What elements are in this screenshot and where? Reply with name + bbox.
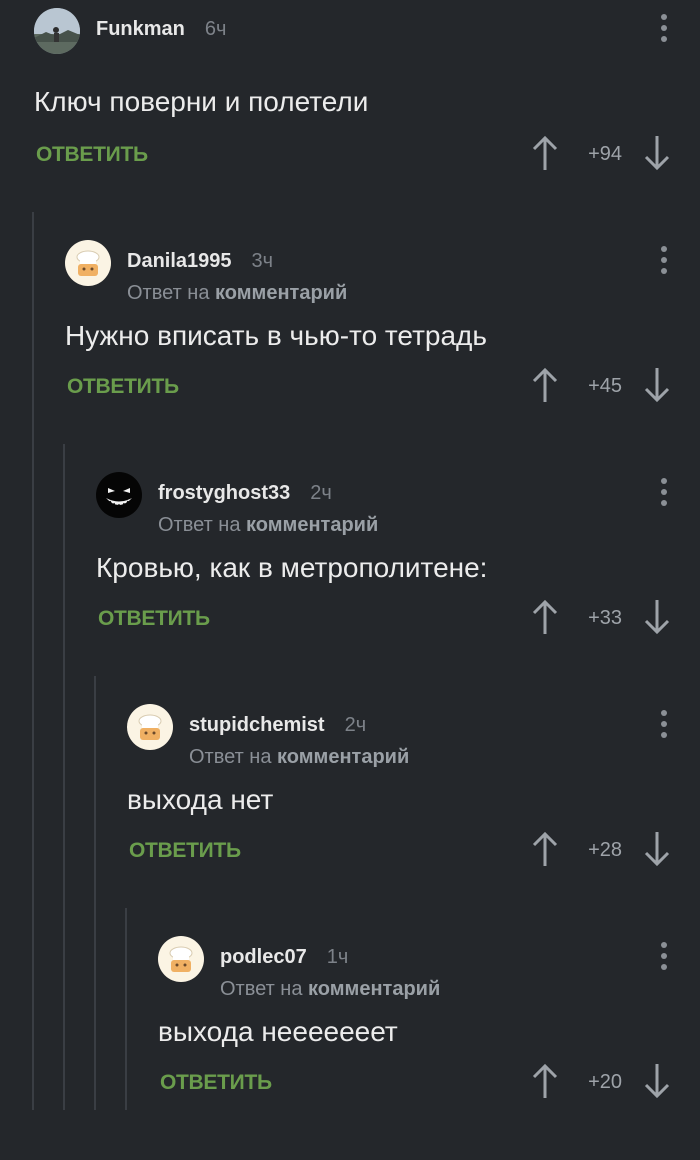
comment-text: Кровью, как в метрополитене: bbox=[96, 552, 488, 583]
comment-rating: +28 bbox=[588, 839, 622, 861]
more-options-icon[interactable] bbox=[660, 246, 668, 274]
reply-to-link[interactable]: комментарий bbox=[308, 978, 440, 1000]
comment-author[interactable]: Danila1995 3ч bbox=[127, 250, 273, 273]
reply-to-prefix: Ответ на bbox=[189, 746, 272, 768]
comment-author[interactable]: frostyghost33 2ч bbox=[158, 482, 332, 505]
username[interactable]: podlec07 bbox=[220, 946, 307, 968]
user-avatar[interactable] bbox=[96, 472, 142, 518]
comment-author[interactable]: podlec07 1ч bbox=[220, 946, 348, 969]
upvote-arrow-icon[interactable] bbox=[530, 1062, 560, 1100]
reply-button[interactable]: ОТВЕТИТЬ bbox=[36, 143, 148, 167]
username[interactable]: Danila1995 bbox=[127, 250, 232, 272]
reply-to-prefix: Ответ на bbox=[127, 282, 210, 304]
more-options-icon[interactable] bbox=[660, 478, 668, 506]
upvote-arrow-icon[interactable] bbox=[530, 598, 560, 636]
more-options-icon[interactable] bbox=[660, 942, 668, 970]
reply-button[interactable]: ОТВЕТИТЬ bbox=[160, 1071, 272, 1095]
more-options-icon[interactable] bbox=[660, 14, 668, 42]
reply-to-prefix: Ответ на bbox=[158, 514, 241, 536]
comment-time: 3ч bbox=[251, 250, 274, 272]
comment-text: Ключ поверни и полетели bbox=[34, 86, 369, 117]
user-avatar[interactable] bbox=[158, 936, 204, 982]
reply-to-label: Ответ на комментарий bbox=[158, 514, 378, 537]
downvote-arrow-icon[interactable] bbox=[642, 830, 672, 868]
reply-button[interactable]: ОТВЕТИТЬ bbox=[129, 839, 241, 863]
thread-line bbox=[32, 212, 34, 1110]
comment-time: 1ч bbox=[326, 946, 349, 968]
comment-author[interactable]: Funkman 6ч bbox=[96, 18, 226, 41]
reply-to-label: Ответ на комментарий bbox=[127, 282, 347, 305]
comment-text: Нужно вписать в чью-то тетрадь bbox=[65, 320, 487, 351]
comment-rating: +94 bbox=[588, 143, 622, 165]
comment-text: выхода нет bbox=[127, 784, 274, 815]
reply-button[interactable]: ОТВЕТИТЬ bbox=[98, 607, 210, 631]
thread-line bbox=[63, 444, 65, 1110]
upvote-arrow-icon[interactable] bbox=[530, 134, 560, 172]
user-avatar[interactable] bbox=[34, 8, 80, 54]
username[interactable]: frostyghost33 bbox=[158, 482, 290, 504]
downvote-arrow-icon[interactable] bbox=[642, 1062, 672, 1100]
comment: podlec07 1ч Ответ на комментарий выхода н… bbox=[158, 928, 700, 1160]
reply-to-link[interactable]: комментарий bbox=[277, 746, 409, 768]
thread-line bbox=[125, 908, 127, 1110]
downvote-arrow-icon[interactable] bbox=[642, 366, 672, 404]
downvote-arrow-icon[interactable] bbox=[642, 134, 672, 172]
thread-line bbox=[94, 676, 96, 1110]
comment: Funkman 6ч Ключ поверни и полетели ОТВЕТИ… bbox=[34, 0, 700, 232]
comment-rating: +20 bbox=[588, 1071, 622, 1093]
reply-to-label: Ответ на комментарий bbox=[220, 978, 440, 1001]
comment: Danila1995 3ч Ответ на комментарий Нужно … bbox=[65, 232, 700, 464]
comment-rating: +33 bbox=[588, 607, 622, 629]
upvote-arrow-icon[interactable] bbox=[530, 366, 560, 404]
reply-to-link[interactable]: комментарий bbox=[215, 282, 347, 304]
reply-button[interactable]: ОТВЕТИТЬ bbox=[67, 375, 179, 399]
username[interactable]: stupidchemist bbox=[189, 714, 325, 736]
comment-rating: +45 bbox=[588, 375, 622, 397]
upvote-arrow-icon[interactable] bbox=[530, 830, 560, 868]
downvote-arrow-icon[interactable] bbox=[642, 598, 672, 636]
comment: frostyghost33 2ч Ответ на комментарий Кро… bbox=[96, 464, 700, 696]
more-options-icon[interactable] bbox=[660, 710, 668, 738]
comment-text: выхода нееееееет bbox=[158, 1016, 398, 1047]
reply-to-prefix: Ответ на bbox=[220, 978, 303, 1000]
comment: stupidchemist 2ч Ответ на комментарий вых… bbox=[127, 696, 700, 928]
comment-time: 2ч bbox=[310, 482, 332, 504]
reply-to-link[interactable]: комментарий bbox=[246, 514, 378, 536]
comment-time: 6ч bbox=[204, 18, 227, 40]
comment-author[interactable]: stupidchemist 2ч bbox=[189, 714, 366, 737]
reply-to-label: Ответ на комментарий bbox=[189, 746, 409, 769]
user-avatar[interactable] bbox=[65, 240, 111, 286]
comment-time: 2ч bbox=[344, 714, 367, 736]
user-avatar[interactable] bbox=[127, 704, 173, 750]
username[interactable]: Funkman bbox=[96, 18, 185, 40]
